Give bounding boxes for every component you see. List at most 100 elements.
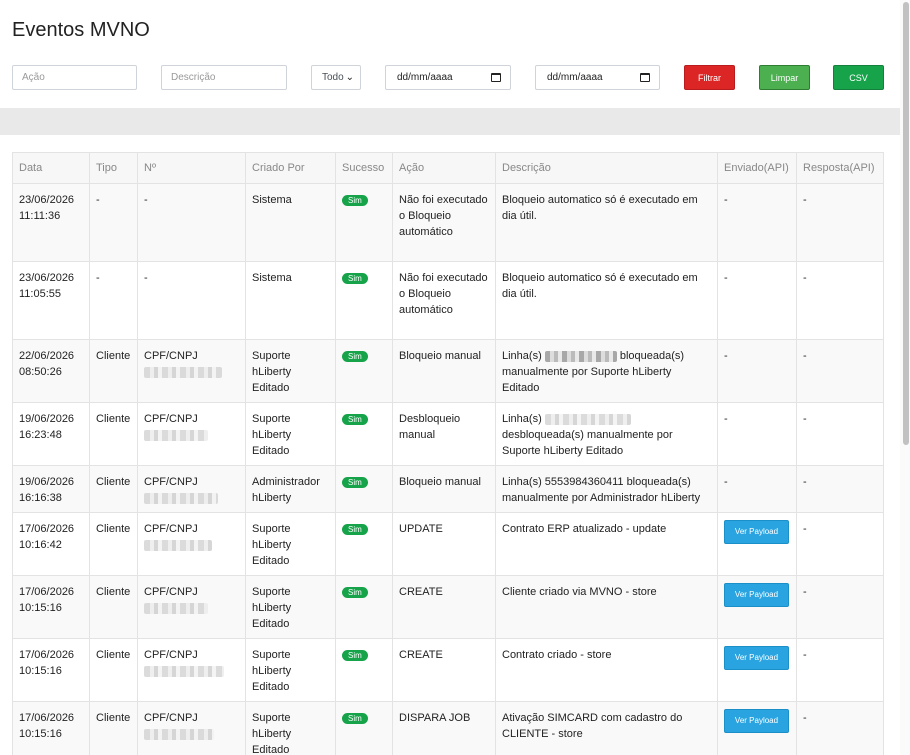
column-header-resposta-api[interactable]: Resposta(API) [796,152,884,184]
column-header-criado-por[interactable]: Criado Por [245,152,336,184]
cell-data: 17/06/2026 10:15:16 [12,575,90,639]
event-time: 16:16:38 [19,492,62,504]
ver-payload-button[interactable]: Ver Payload [724,646,789,670]
enviado-value: - [724,194,728,206]
cell-numero: CPF/CNPJ [137,638,246,702]
table-row: 23/06/2026 11:05:55- - Sistema Sim Não foi ex… [12,261,884,340]
date-from-input[interactable]: dd/mm/aaaa [385,65,511,90]
event-date: 17/06/2026 [19,586,75,598]
numero-label: CPF/CNPJ [144,649,198,661]
calendar-icon[interactable] [491,73,501,82]
redacted-line-number [544,350,617,362]
cell-tipo: - [89,261,138,340]
descricao-text: Bloqueio automatico só é executado em di… [502,194,698,222]
redacted-line-number [544,413,631,425]
status-badge: Sim [342,713,368,724]
table-row: 19/06/2026 16:16:38 Cliente CPF/CNPJ Adminis… [12,465,884,513]
status-badge: Sim [342,351,368,362]
numero-label: CPF/CNPJ [144,586,198,598]
cell-acao: CREATE [392,638,496,702]
table-row: 23/06/2026 11:11:36- - Sistema Sim Não foi ex… [12,183,884,262]
ver-payload-button[interactable]: Ver Payload [724,520,789,544]
descricao-text: Linha(s) 5553984360411 bloqueada(s) manu… [502,476,701,504]
tipo-select[interactable]: Todos ⌄ [311,65,361,90]
scrollbar[interactable] [900,0,910,755]
cell-descricao: Ativação SIMCARD com cadastro do CLIENTE… [495,701,718,755]
acao-filter-input[interactable] [12,65,137,90]
cell-resposta-api: - [796,261,884,340]
status-badge: Sim [342,195,368,206]
cell-resposta-api: - [796,402,884,466]
event-date: 23/06/2026 [19,194,75,206]
cell-criado-por: Suporte hLiberty Editado [245,701,336,755]
csv-export-button[interactable]: CSV [833,65,884,90]
cell-data: 23/06/2026 11:11:36 [12,183,90,262]
descricao-text: Ativação SIMCARD com cadastro do CLIENTE… [502,712,683,740]
event-time: 16:23:48 [19,429,62,441]
column-header-tipo[interactable]: Tipo [89,152,138,184]
redacted-document-number [144,602,208,614]
ver-payload-button[interactable]: Ver Payload [724,709,789,733]
calendar-icon[interactable] [640,73,650,82]
cell-enviado-api: Ver Payload [717,512,797,576]
numero-label: CPF/CNPJ [144,476,198,488]
column-header-numero[interactable]: Nº [137,152,246,184]
numero-label: - [144,272,148,284]
cell-criado-por: Sistema [245,261,336,340]
redacted-document-number [144,492,218,504]
cell-sucesso: Sim [335,183,393,262]
cell-numero: CPF/CNPJ [137,575,246,639]
cell-sucesso: Sim [335,339,393,403]
date-to-value: dd/mm/aaaa [547,72,603,83]
table-row: 22/06/2026 08:50:26 Cliente CPF/CNPJ Suporte… [12,339,884,403]
cell-data: 17/06/2026 10:16:42 [12,512,90,576]
cell-sucesso: Sim [335,261,393,340]
table-row: 17/06/2026 10:16:42 Cliente CPF/CNPJ Suporte… [12,512,884,576]
cell-descricao: Contrato ERP atualizado - update [495,512,718,576]
cell-criado-por: Suporte hLiberty Editado [245,402,336,466]
enviado-value: - [724,350,728,362]
descricao-prefix: Linha(s) [502,350,542,362]
tipo-select-value: Todos [322,72,344,83]
cell-tipo: Cliente [89,701,138,755]
cell-enviado-api: - [717,261,797,340]
cell-descricao: Contrato criado - store [495,638,718,702]
cell-numero: CPF/CNPJ [137,701,246,755]
cell-tipo: Cliente [89,575,138,639]
event-date: 19/06/2026 [19,413,75,425]
cell-resposta-api: - [796,575,884,639]
descricao-suffix: desbloqueada(s) manualmente por Suporte … [502,429,673,457]
enviado-value: - [724,413,728,425]
ver-payload-button[interactable]: Ver Payload [724,583,789,607]
filtrar-button[interactable]: Filtrar [684,65,735,90]
cell-enviado-api: - [717,465,797,513]
limpar-button[interactable]: Limpar [759,65,810,90]
cell-acao: Desbloqueio manual [392,402,496,466]
event-time: 11:11:36 [19,210,61,222]
cell-acao: CREATE [392,575,496,639]
status-badge: Sim [342,414,368,425]
status-badge: Sim [342,650,368,661]
scrollbar-thumb[interactable] [903,2,909,445]
cell-criado-por: Suporte hLiberty Editado [245,638,336,702]
numero-label: CPF/CNPJ [144,350,198,362]
cell-acao: Não foi executado o Bloqueio automático [392,183,496,262]
cell-resposta-api: - [796,465,884,513]
column-header-descricao[interactable]: Descrição [495,152,718,184]
event-date: 17/06/2026 [19,523,75,535]
descricao-prefix: Linha(s) [502,413,542,425]
redacted-document-number [144,366,222,378]
cell-tipo: Cliente [89,402,138,466]
table-header-row: Data Tipo Nº Criado Por Sucesso Ação Des… [12,152,884,184]
cell-acao: DISPARA JOB [392,701,496,755]
column-header-acao[interactable]: Ação [392,152,496,184]
divider-band [0,108,900,135]
column-header-enviado-api[interactable]: Enviado(API) [717,152,797,184]
column-header-sucesso[interactable]: Sucesso [335,152,393,184]
descricao-filter-input[interactable] [161,65,287,90]
column-header-data[interactable]: Data [12,152,90,184]
cell-sucesso: Sim [335,575,393,639]
event-date: 22/06/2026 [19,350,75,362]
cell-sucesso: Sim [335,465,393,513]
date-to-input[interactable]: dd/mm/aaaa [535,65,660,90]
